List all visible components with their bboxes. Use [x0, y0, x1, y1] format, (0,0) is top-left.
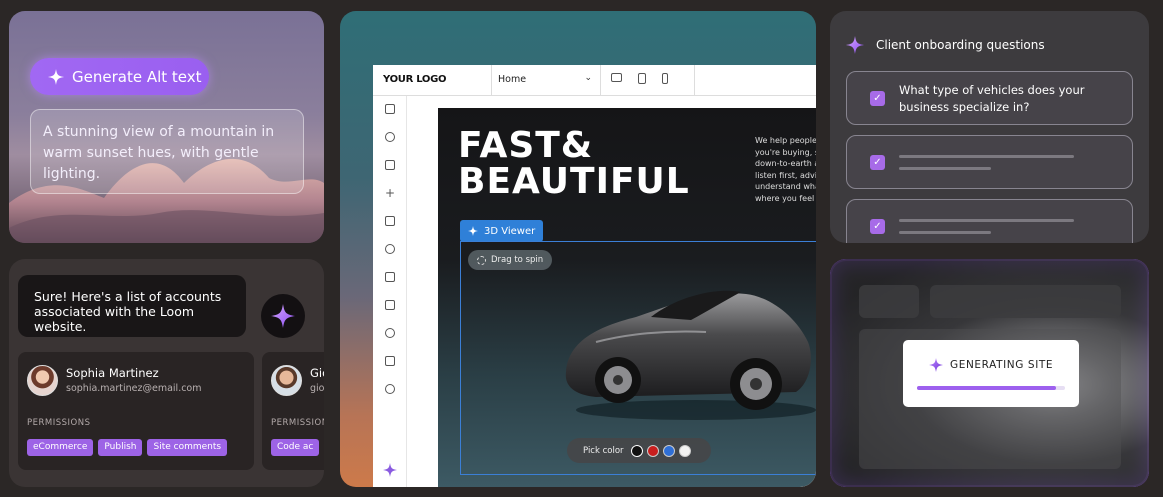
generating-site-card: GENERATING SITE — [830, 259, 1149, 487]
question-item[interactable]: ✓ — [846, 199, 1133, 243]
settings-icon[interactable] — [385, 384, 395, 394]
alt-text-card: Generate Alt text A stunning view of a m… — [9, 11, 324, 243]
device-switcher — [611, 73, 668, 84]
ai-sparkle-icon[interactable] — [383, 463, 397, 477]
wireframe-block — [859, 285, 919, 318]
color-swatch-white[interactable] — [678, 444, 691, 457]
puzzle-icon[interactable] — [385, 356, 395, 366]
hero-copy[interactable]: We help people t you're buying, se down-… — [755, 135, 816, 204]
account-email: gio — [310, 383, 324, 394]
site-logo[interactable]: YOUR LOGO — [383, 74, 447, 85]
hero-title-line: FAST& — [458, 125, 594, 166]
placeholder-line — [899, 155, 1074, 158]
palette-icon[interactable] — [385, 132, 395, 142]
progress-bar — [917, 386, 1065, 390]
layers-icon[interactable] — [385, 104, 395, 114]
sports-car-model[interactable] — [556, 272, 816, 422]
website-canvas[interactable]: FAST& BEAUTIFUL We help people t you're … — [438, 108, 816, 487]
progress-fill — [917, 386, 1057, 390]
sparkle-icon — [846, 36, 864, 54]
color-picker: Pick color — [567, 438, 711, 463]
3d-viewer-label: 3D Viewer — [484, 225, 536, 237]
color-swatch-blue[interactable] — [662, 444, 675, 457]
permission-tag[interactable]: Site comments — [147, 439, 228, 456]
toolbar-divider — [694, 65, 695, 96]
generate-alt-text-button[interactable]: Generate Alt text — [30, 58, 209, 95]
rotate-icon — [477, 255, 486, 265]
permissions-label: PERMISSIONS — [27, 418, 91, 428]
question-item[interactable]: ✓ — [846, 135, 1133, 189]
permission-tags: Code ac — [271, 439, 320, 456]
question-text: What type of vehicles does your business… — [899, 83, 1085, 114]
drag-hint-label: Drag to spin — [491, 255, 544, 265]
question-checkbox[interactable]: ✓ — [870, 219, 885, 234]
sparkle-icon — [929, 358, 943, 372]
account-name: Sophia Martinez — [66, 366, 159, 380]
sparkle-icon — [271, 304, 295, 328]
avatar — [27, 365, 58, 396]
sparkle-icon — [468, 226, 478, 236]
pages-icon[interactable] — [385, 160, 395, 170]
plus-icon[interactable]: + — [385, 187, 395, 199]
onboarding-header: Client onboarding questions — [846, 36, 1045, 54]
permission-tag[interactable]: Code ac — [271, 439, 320, 456]
alt-text-output[interactable]: A stunning view of a mountain in warm su… — [30, 109, 304, 194]
tablet-icon[interactable] — [638, 73, 646, 84]
media-icon[interactable] — [385, 300, 395, 310]
placeholder-line — [899, 219, 1074, 222]
account-card[interactable]: Gio gio PERMISSIONS Code ac — [262, 352, 324, 470]
account-card[interactable]: Sophia Martinez sophia.martinez@email.co… — [18, 352, 254, 470]
drag-to-spin-hint: Drag to spin — [468, 250, 553, 270]
permissions-label: PERMISSIONS — [271, 418, 324, 428]
avatar — [271, 365, 302, 396]
cart-icon[interactable] — [385, 272, 395, 282]
desktop-icon[interactable] — [611, 73, 622, 82]
editor-toolbar: YOUR LOGO Home ⌄ — [373, 65, 816, 96]
ai-assistant-avatar[interactable] — [261, 294, 305, 338]
accounts-chat-card: Sure! Here's a list of accounts associat… — [9, 259, 324, 487]
mobile-icon[interactable] — [662, 73, 668, 84]
chevron-down-icon: ⌄ — [584, 73, 592, 83]
account-email: sophia.martinez@email.com — [66, 383, 202, 394]
question-item[interactable]: ✓ What type of vehicles does your busine… — [846, 71, 1133, 125]
generating-label: GENERATING SITE — [950, 359, 1054, 371]
wireframe-block — [930, 285, 1121, 318]
editor-sidebar: + — [373, 96, 407, 487]
permission-tag[interactable]: Publish — [98, 439, 143, 456]
generate-alt-text-label: Generate Alt text — [72, 67, 202, 86]
page-select[interactable]: Home ⌄ — [491, 65, 601, 96]
onboarding-questions-card: Client onboarding questions ✓ What type … — [830, 11, 1149, 243]
pick-color-label: Pick color — [583, 445, 624, 456]
placeholder-line — [899, 231, 991, 234]
generating-row: GENERATING SITE — [929, 358, 1053, 372]
permission-tag[interactable]: eCommerce — [27, 439, 94, 456]
connect-icon[interactable] — [385, 244, 395, 254]
permission-tags: eCommerce Publish Site comments — [27, 439, 228, 456]
chat-icon[interactable] — [385, 328, 395, 338]
3d-viewer-badge[interactable]: 3D Viewer — [460, 220, 544, 242]
onboarding-title: Client onboarding questions — [876, 38, 1045, 52]
question-checkbox[interactable]: ✓ — [870, 155, 885, 170]
color-swatch-black[interactable] — [630, 444, 643, 457]
placeholder-line — [899, 167, 991, 170]
hero-title-line: BEAUTIFUL — [458, 161, 690, 202]
question-checkbox[interactable]: ✓ — [870, 91, 885, 106]
sparkle-icon — [48, 68, 64, 85]
hero-title[interactable]: FAST& BEAUTIFUL — [458, 128, 690, 200]
3d-viewer[interactable]: Drag to spin Pick color — [460, 241, 816, 475]
account-name: Gio — [310, 366, 324, 380]
assistant-message: Sure! Here's a list of accounts associat… — [18, 275, 246, 337]
page-select-value: Home — [498, 74, 527, 85]
generating-status: GENERATING SITE — [903, 340, 1079, 407]
site-editor-card: YOUR LOGO Home ⌄ + FAST& BEAUTIFUL We he — [340, 11, 816, 487]
folder-icon[interactable] — [385, 216, 395, 226]
color-swatch-red[interactable] — [646, 444, 659, 457]
